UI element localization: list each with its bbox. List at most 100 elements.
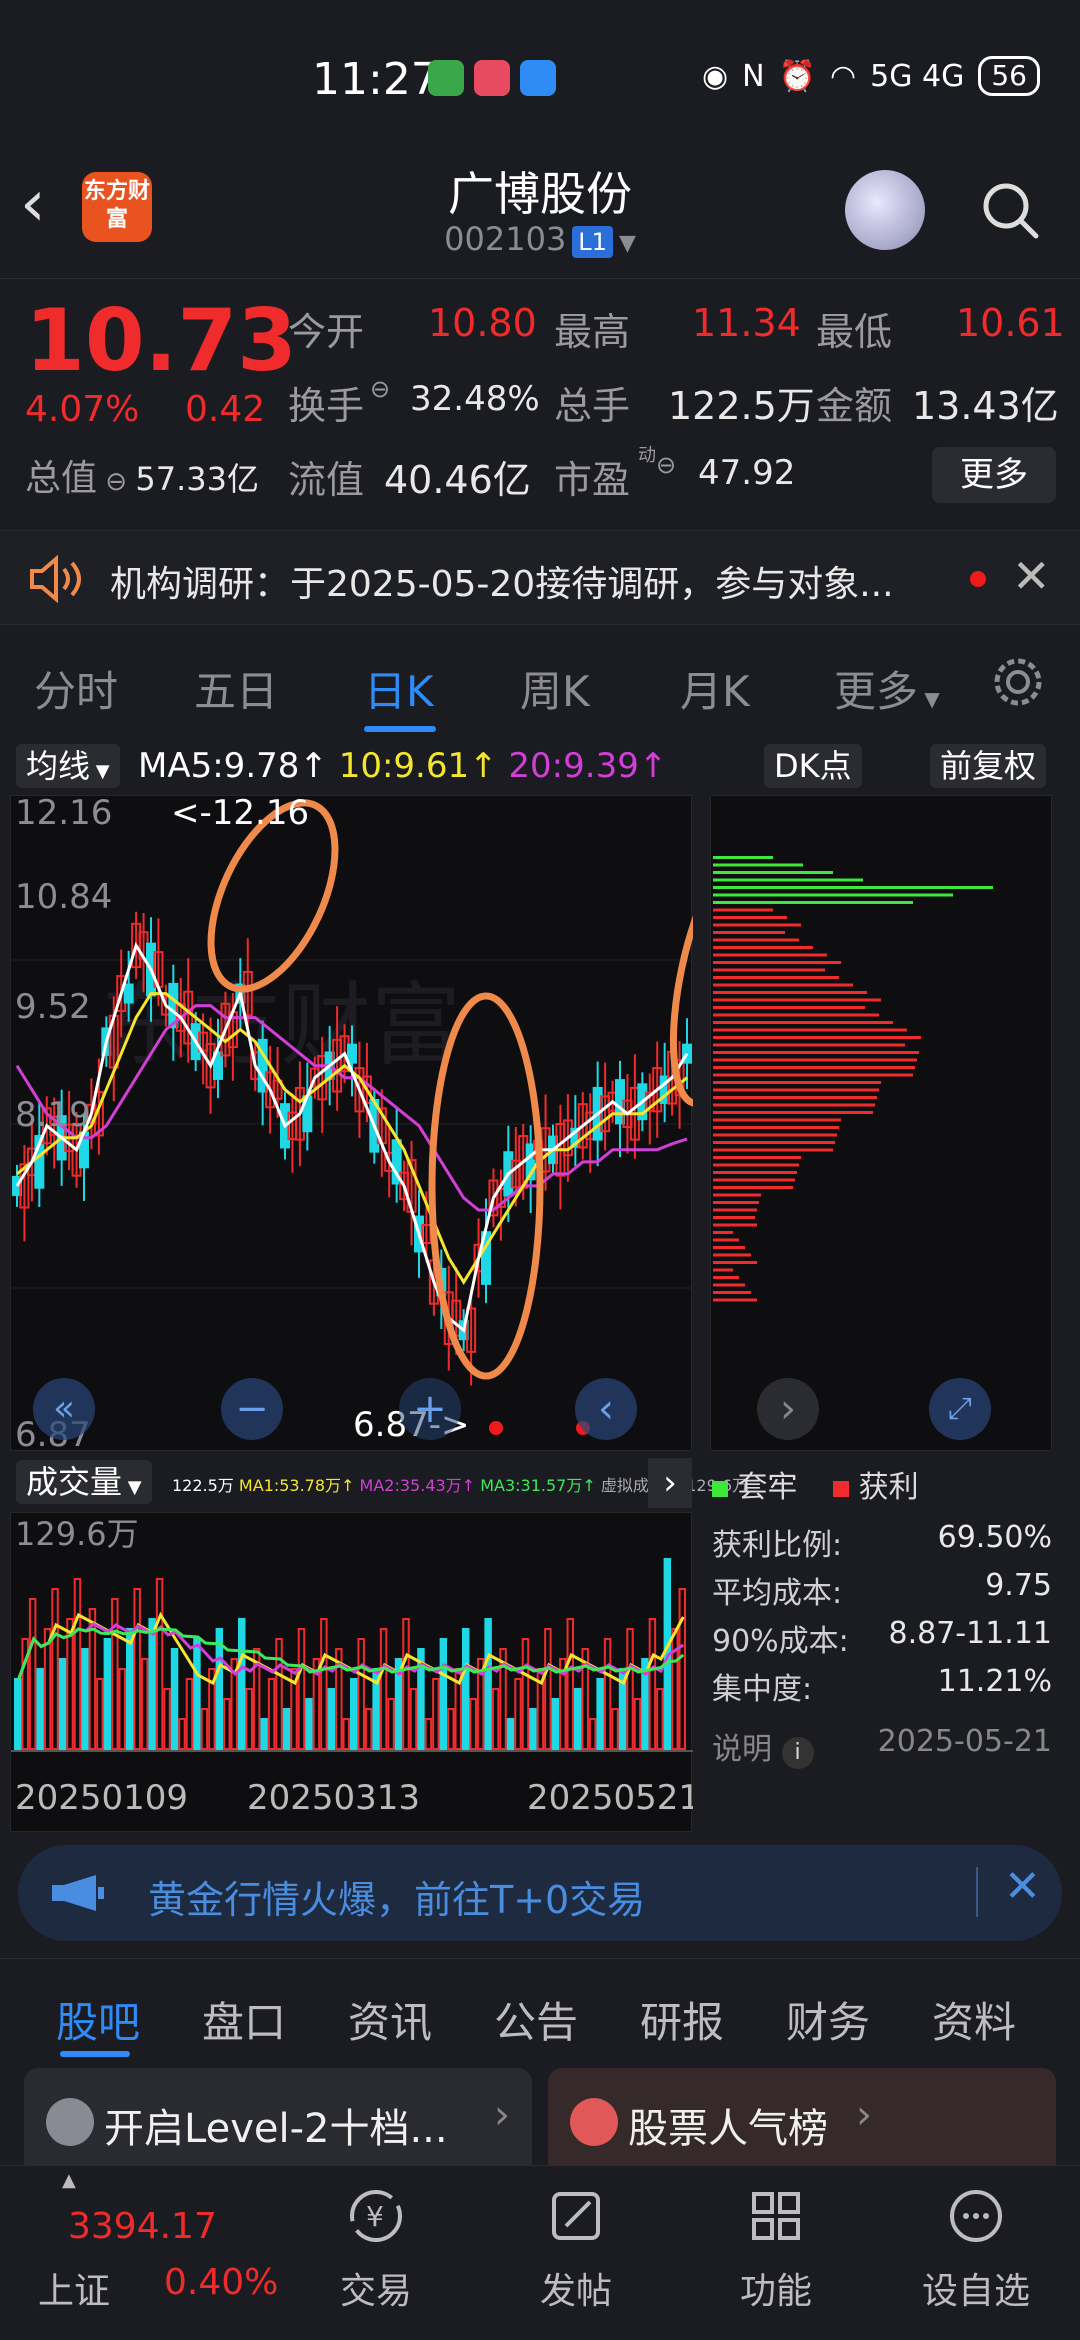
dk-point-button[interactable]: DK点 bbox=[764, 744, 862, 788]
tab-five-day[interactable]: 五日 bbox=[194, 658, 278, 719]
tab-monthly-k[interactable]: 月K bbox=[680, 658, 750, 719]
market-value-value: 57.33亿 bbox=[135, 460, 259, 498]
close-icon[interactable]: ✕ bbox=[1012, 549, 1051, 603]
volume-bar bbox=[58, 1658, 67, 1750]
volume-bar bbox=[223, 1698, 231, 1750]
chevron-down-icon: ▼ bbox=[618, 231, 636, 256]
adjustment-button[interactable]: 前复权 bbox=[930, 744, 1047, 788]
volume-svg: 129.6万 20250109 20250313 20250521 bbox=[11, 1515, 700, 1818]
nav-functions[interactable]: 功能 bbox=[696, 2186, 856, 2314]
tab-announcements[interactable]: 公告 bbox=[494, 1989, 578, 2050]
gear-icon[interactable] bbox=[990, 654, 1046, 710]
tab-orderbook[interactable]: 盘口 bbox=[202, 1989, 286, 2050]
change-amount: 0.42 bbox=[185, 389, 266, 430]
cost-bar bbox=[713, 1186, 793, 1189]
volume-bar bbox=[588, 1718, 597, 1750]
scroll-left-button[interactable]: ‹ bbox=[575, 1378, 637, 1440]
tab-forum[interactable]: 股吧 bbox=[56, 1989, 140, 2050]
tab-timeshare[interactable]: 分时 bbox=[34, 658, 118, 719]
index-pct: 0.40% bbox=[164, 2262, 279, 2303]
fullscreen-icon[interactable]: ⤢ bbox=[929, 1378, 991, 1440]
tab-more[interactable]: 更多 ▼ bbox=[834, 658, 940, 719]
y-axis-label: 12.16 bbox=[15, 796, 112, 833]
ma-values: MA5:9.78↑ 10:9.61↑ 20:9.39↑ bbox=[138, 744, 667, 788]
nav-add-watchlist[interactable]: 设自选 bbox=[896, 2186, 1056, 2314]
level2-card[interactable]: 开启Level-2十档... › bbox=[24, 2068, 532, 2178]
book-notification-icon bbox=[474, 60, 510, 96]
cost-bar bbox=[713, 871, 833, 874]
zoom-out-button[interactable]: − bbox=[221, 1378, 283, 1440]
nav-trade[interactable]: ¥ 交易 bbox=[296, 2186, 456, 2314]
volume-bar bbox=[603, 1638, 612, 1750]
more-button[interactable]: 更多 bbox=[932, 447, 1056, 503]
back-button[interactable]: ‹ bbox=[20, 172, 46, 236]
tab-financials[interactable]: 财务 bbox=[786, 1989, 870, 2050]
cost-bar bbox=[713, 1193, 761, 1197]
tab-daily-k[interactable]: 日K bbox=[364, 658, 434, 719]
amount-value: 13.43亿 bbox=[912, 384, 1059, 428]
cost-bar bbox=[713, 908, 773, 912]
turnover-value: 32.48% bbox=[410, 379, 540, 419]
cost-legend: 套牢 获利 bbox=[712, 1462, 919, 1506]
ma-selector[interactable]: 均线 ▼ bbox=[16, 744, 120, 788]
index-value[interactable]: 3394.17 bbox=[68, 2206, 217, 2247]
ma20-value: 20:9.39↑ bbox=[508, 746, 668, 786]
volume-bar bbox=[111, 1598, 119, 1750]
scroll-far-left-button[interactable]: « bbox=[33, 1378, 95, 1440]
indicator-selector[interactable]: 成交量 ▼ bbox=[16, 1460, 152, 1504]
wifi-icon: ◠ bbox=[829, 58, 857, 94]
quote-panel: 10.73 4.07% 0.42 总值 ⊖ 57.33亿 今开 10.80 最高… bbox=[0, 278, 1080, 528]
volume-bar bbox=[566, 1618, 574, 1750]
cost-bar bbox=[713, 863, 803, 867]
status-clock: 11:27 bbox=[312, 54, 439, 105]
market-value[interactable]: 总值 ⊖ 57.33亿 bbox=[25, 449, 259, 501]
volume-toolbar: 成交量 ▼ 122.5万 MA1:53.78万↑ MA2:35.43万↑ MA3… bbox=[10, 1458, 748, 1508]
close-icon[interactable]: ✕ bbox=[1004, 1861, 1041, 1912]
info-icon: ⊖ bbox=[97, 467, 136, 497]
tab-profile[interactable]: 资料 bbox=[932, 1989, 1016, 2050]
cost-bar bbox=[713, 1291, 751, 1294]
assistant-robot-icon[interactable] bbox=[845, 170, 925, 250]
chart-period-tabs: 分时 五日 日K 周K 月K 更多 ▼ bbox=[0, 630, 1080, 735]
gold-ad-banner[interactable]: 黄金行情火爆，前往T+0交易 ✕ bbox=[18, 1845, 1062, 1941]
tab-research[interactable]: 研报 bbox=[640, 1989, 724, 2050]
volume-bar bbox=[126, 1628, 134, 1750]
signal-label: 5G 4G bbox=[870, 58, 965, 94]
amount-label: 金额 bbox=[816, 384, 893, 428]
volume-bar bbox=[521, 1638, 530, 1750]
cost-bar bbox=[713, 1253, 751, 1257]
volume-bar bbox=[484, 1618, 492, 1750]
caret-down-icon: ▼ bbox=[122, 1477, 142, 1498]
alarm-icon: ⏰ bbox=[778, 58, 816, 94]
volume-bar bbox=[282, 1708, 291, 1750]
popularity-card[interactable]: 股票人气榜 › bbox=[548, 2068, 1056, 2178]
nav-post[interactable]: 发帖 bbox=[496, 2186, 656, 2314]
speaker-icon bbox=[30, 555, 81, 603]
volume-bar bbox=[155, 1578, 164, 1750]
note-row[interactable]: 说明 i bbox=[712, 1724, 814, 1769]
bottom-nav: ▲ 3394.17 上证 0.40% ¥ 交易 发帖 功能 设自选 bbox=[0, 2165, 1080, 2340]
change-percent: 4.07% bbox=[25, 389, 140, 430]
tab-news[interactable]: 资讯 bbox=[348, 1989, 432, 2050]
candlestick-chart[interactable]: 东方财富 12.16 10.84 9.52 8.19 6.87 <-12.16 … bbox=[10, 793, 773, 1455]
tab-weekly-k[interactable]: 周K bbox=[520, 658, 590, 719]
scroll-right-button[interactable]: › bbox=[757, 1378, 819, 1440]
zoom-in-button[interactable]: + bbox=[399, 1378, 461, 1440]
index-name: 上证 bbox=[38, 2271, 111, 2312]
news-banner[interactable]: 机构调研：于2025-05-20接待调研，参与对象... ✕ bbox=[0, 530, 1080, 625]
cost-bar bbox=[713, 856, 773, 859]
x-axis-label: 20250313 bbox=[247, 1778, 420, 1818]
expand-indicator-button[interactable]: › bbox=[648, 1458, 692, 1508]
volume-bar bbox=[462, 1628, 470, 1750]
cost-bar bbox=[713, 946, 813, 949]
volume-chart[interactable]: 129.6万 20250109 20250313 20250521 bbox=[10, 1512, 700, 1832]
search-icon[interactable] bbox=[980, 180, 1040, 240]
volume-bar bbox=[118, 1668, 126, 1750]
volume-bar bbox=[260, 1718, 268, 1750]
cost-bar bbox=[713, 1276, 739, 1279]
cost-bar bbox=[713, 961, 841, 964]
cost-bar bbox=[713, 1171, 797, 1174]
pe-dynamic-sup: 动 bbox=[638, 445, 656, 466]
volume-bar bbox=[506, 1718, 515, 1750]
volume-bar bbox=[305, 1698, 313, 1750]
